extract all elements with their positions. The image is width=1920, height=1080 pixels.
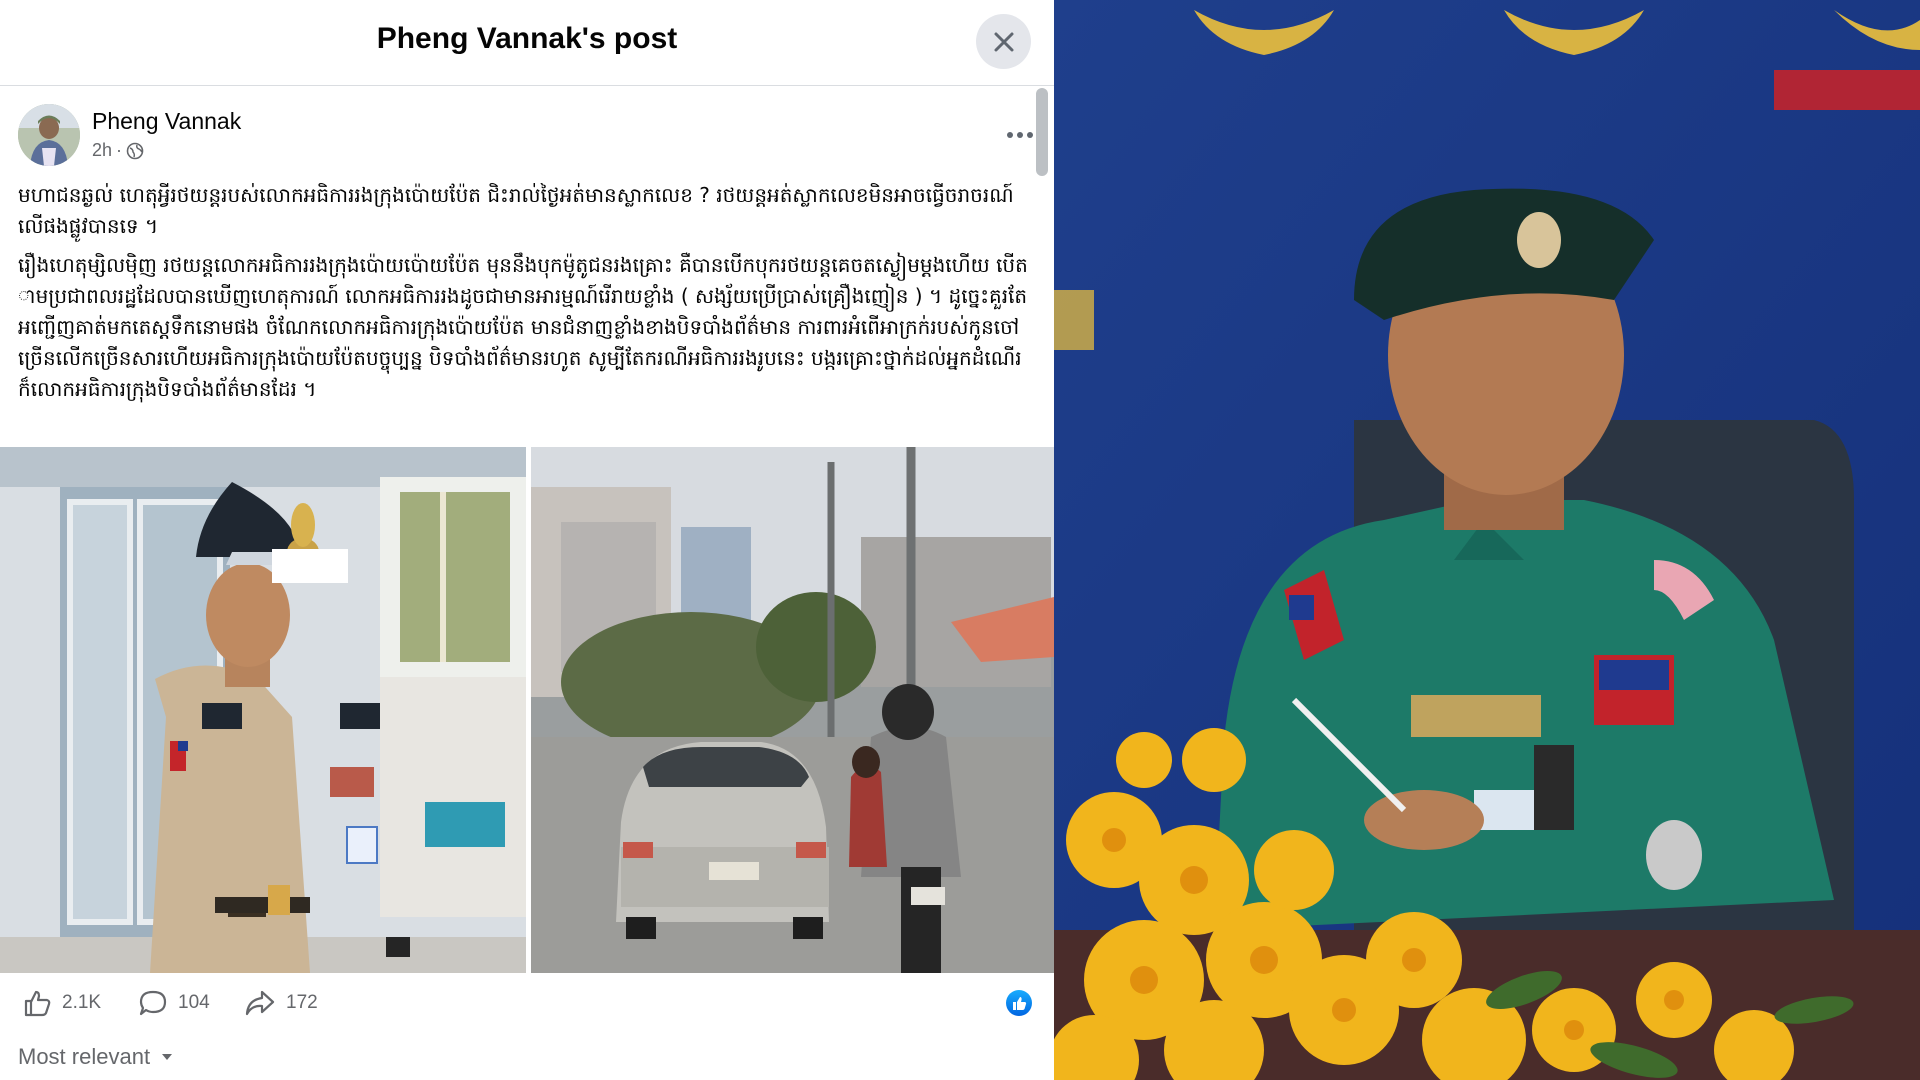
share-button[interactable]: 172 [244,982,318,1024]
like-icon [24,990,51,1017]
portrait-photo [1054,0,1920,1080]
post-meta: 2h · [92,140,144,161]
comment-count: 104 [178,992,210,1013]
post-photo-street[interactable] [531,447,1054,973]
comment-icon [139,990,167,1016]
chevron-down-icon [162,1054,173,1060]
like-reaction-badge[interactable] [1006,990,1032,1016]
comment-button[interactable]: 104 [138,982,210,1024]
more-options-button[interactable] [998,120,1042,150]
comments-sort-dropdown[interactable]: Most relevant [18,1044,174,1070]
post-paragraph-1: មហាជនឆ្ងល់ ហេតុអ្វីរថយន្តរបស់លោកអធិការរង… [18,183,1014,238]
like-button[interactable]: 2.1K [22,982,101,1024]
globe-icon[interactable] [126,142,144,160]
post-dialog: Pheng Vannak's post Pheng Vannak 2h · មហ… [0,0,1054,1080]
close-button[interactable] [976,14,1031,69]
close-icon [994,32,1013,51]
more-icon [1007,132,1033,138]
dialog-header: Pheng Vannak's post [0,0,1054,86]
post-time[interactable]: 2h [92,140,112,161]
thumbs-up-icon [1012,996,1026,1010]
like-count: 2.1K [62,992,102,1013]
post-actions: 2.1K 104 172 [0,982,1054,1024]
author-name[interactable]: Pheng Vannak [92,108,241,135]
share-icon [245,990,275,1016]
post-paragraph-2: រឿងហេតុម្សិលម៉ិញ រថយន្តលោកអធិការរងក្រុងប… [18,253,1028,401]
avatar[interactable] [18,104,80,166]
meta-separator: · [116,140,123,160]
dialog-title: Pheng Vannak's post [376,22,678,55]
post-author-row: Pheng Vannak 2h · [18,104,1033,170]
share-count: 172 [286,992,318,1013]
comments-sort-label: Most relevant [18,1044,151,1069]
post-photos [0,447,1054,973]
post-photo-officer[interactable] [0,447,526,973]
